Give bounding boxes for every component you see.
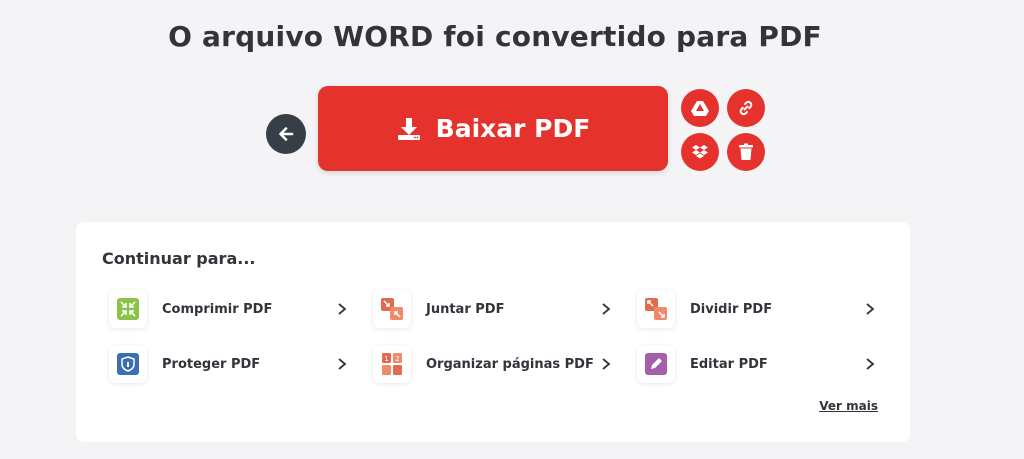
tool-editar-pdf[interactable]: Editar PDF bbox=[637, 345, 877, 383]
tool-juntar-pdf[interactable]: Juntar PDF bbox=[373, 290, 613, 328]
page-title: O arquivo WORD foi convertido para PDF bbox=[168, 20, 822, 53]
shield-icon bbox=[109, 345, 147, 383]
google-drive-button[interactable] bbox=[681, 89, 719, 127]
ver-mais-link[interactable]: Ver mais bbox=[819, 399, 878, 413]
back-button[interactable] bbox=[266, 114, 306, 154]
tool-organizar-paginas-pdf[interactable]: 1 2 Organizar páginas PDF bbox=[373, 345, 613, 383]
continue-title: Continuar para... bbox=[102, 249, 256, 268]
download-icon bbox=[396, 116, 422, 142]
download-button[interactable]: Baixar PDF bbox=[318, 86, 668, 171]
edit-pen-icon bbox=[637, 345, 675, 383]
link-icon bbox=[739, 100, 753, 116]
tool-dividir-pdf[interactable]: Dividir PDF bbox=[637, 290, 877, 328]
tool-proteger-pdf[interactable]: Proteger PDF bbox=[109, 345, 349, 383]
tool-comprimir-pdf[interactable]: Comprimir PDF bbox=[109, 290, 349, 328]
compress-icon bbox=[109, 290, 147, 328]
google-drive-icon bbox=[691, 101, 709, 116]
arrow-left-icon bbox=[279, 127, 294, 141]
chevron-right-icon bbox=[602, 303, 611, 315]
chevron-right-icon bbox=[602, 358, 611, 370]
dropbox-button[interactable] bbox=[681, 133, 719, 171]
tool-label: Dividir PDF bbox=[690, 301, 773, 317]
tool-label: Comprimir PDF bbox=[162, 301, 273, 317]
download-label: Baixar PDF bbox=[435, 114, 591, 143]
chevron-right-icon bbox=[866, 303, 875, 315]
continue-card: Continuar para... Comprimir PDF Juntar P… bbox=[76, 222, 910, 442]
delete-button[interactable] bbox=[727, 133, 765, 171]
svg-text:1: 1 bbox=[384, 355, 388, 363]
tool-label: Organizar páginas PDF bbox=[426, 356, 594, 372]
tool-label: Editar PDF bbox=[690, 356, 768, 372]
share-link-button[interactable] bbox=[727, 89, 765, 127]
dropbox-icon bbox=[692, 145, 708, 159]
chevron-right-icon bbox=[866, 358, 875, 370]
split-icon bbox=[637, 290, 675, 328]
tool-label: Juntar PDF bbox=[426, 301, 505, 317]
chevron-right-icon bbox=[338, 358, 347, 370]
organize-icon: 1 2 bbox=[373, 345, 411, 383]
svg-text:2: 2 bbox=[395, 355, 399, 363]
trash-icon bbox=[739, 143, 753, 160]
merge-icon bbox=[373, 290, 411, 328]
chevron-right-icon bbox=[338, 303, 347, 315]
tool-label: Proteger PDF bbox=[162, 356, 261, 372]
